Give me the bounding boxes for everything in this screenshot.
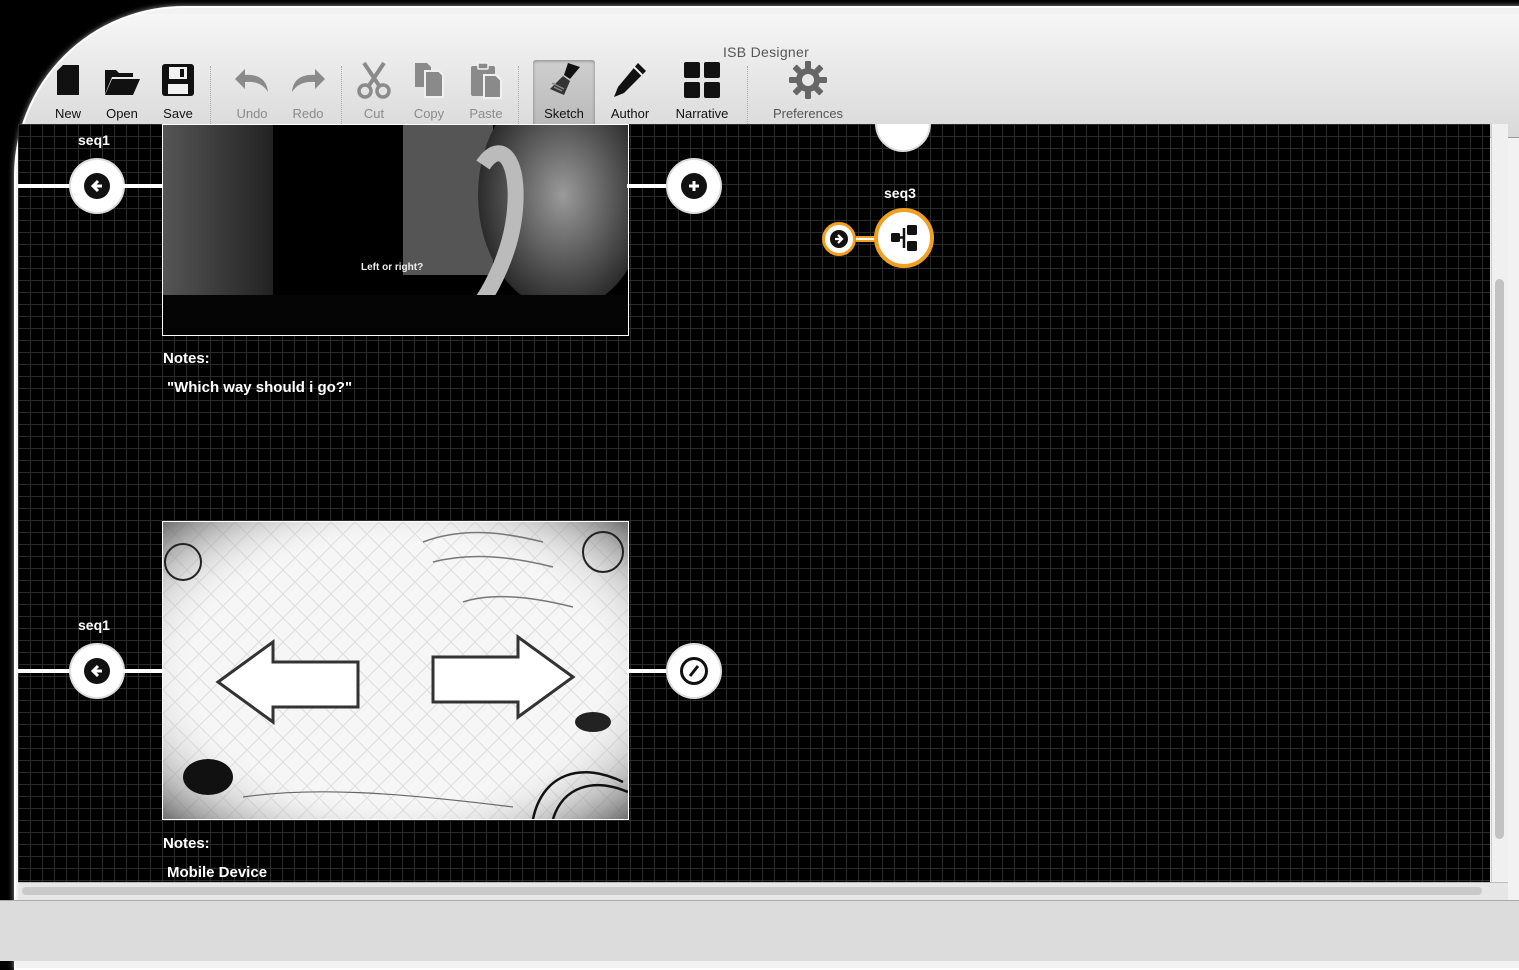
no-entry-icon — [680, 657, 708, 685]
scene-image[interactable]: Left or right? — [162, 124, 629, 336]
scene-image[interactable] — [162, 521, 629, 820]
toolbar-separator — [518, 66, 520, 130]
window-title: ISB Designer — [722, 44, 810, 60]
brush-icon — [544, 60, 584, 100]
scissors-icon — [354, 60, 394, 100]
undo-icon — [232, 60, 272, 100]
storyboard-canvas[interactable]: seq1 Left or right? Notes: "Which way sh… — [18, 124, 1490, 882]
preferences-button[interactable]: Preferences — [768, 60, 848, 130]
branch-input-node[interactable] — [822, 222, 856, 256]
notes-text[interactable]: Mobile Device — [167, 864, 267, 881]
copy-icon — [409, 60, 449, 100]
toolbar-separator — [341, 66, 343, 130]
toolbar-separator — [210, 66, 212, 130]
end-node-button[interactable] — [668, 645, 720, 697]
scene-caption: Left or right? — [361, 262, 424, 273]
notes-text[interactable]: "Which way should i go?" — [167, 379, 352, 396]
folder-open-icon — [102, 60, 142, 100]
scrollbar-thumb[interactable] — [1495, 279, 1504, 839]
connector-line — [18, 184, 78, 188]
branch-icon — [891, 225, 917, 251]
cut-button[interactable]: Cut — [354, 60, 394, 130]
new-button[interactable]: New — [50, 60, 86, 130]
back-node-button[interactable] — [71, 645, 123, 697]
paste-button[interactable]: Paste — [464, 60, 508, 130]
sequence-label: seq1 — [78, 132, 110, 148]
undo-button[interactable]: Undo — [230, 60, 274, 130]
connector-line — [122, 669, 164, 673]
sequence-label: seq1 — [78, 617, 110, 633]
author-mode-button[interactable]: Author — [605, 60, 655, 130]
arrow-left-icon — [84, 658, 110, 684]
vertical-scrollbar[interactable] — [1491, 124, 1508, 882]
sequence-node-partial[interactable] — [877, 124, 929, 150]
redo-button[interactable]: Redo — [286, 60, 330, 130]
toolbar-separator — [747, 66, 749, 130]
notes-label: Notes: — [163, 350, 210, 367]
floppy-disk-icon — [158, 60, 198, 100]
sketch-mode-button[interactable]: Sketch — [533, 60, 595, 130]
branch-node-button[interactable] — [874, 208, 934, 268]
notes-label: Notes: — [163, 835, 210, 852]
copy-button[interactable]: Copy — [409, 60, 449, 130]
add-node-button[interactable] — [668, 160, 720, 212]
horizontal-scrollbar[interactable] — [18, 882, 1508, 901]
sequence-label: seq3 — [884, 185, 916, 201]
arrow-right-icon — [830, 230, 848, 248]
back-node-button[interactable] — [71, 160, 123, 212]
scrollbar-thumb[interactable] — [22, 887, 1482, 895]
grid-icon — [682, 60, 722, 100]
connector-line — [18, 669, 78, 673]
clipboard-paste-icon — [466, 60, 506, 100]
pencil-icon — [610, 60, 650, 100]
connector-line — [627, 184, 669, 188]
gear-icon — [788, 60, 828, 100]
connector-line — [122, 184, 164, 188]
save-button[interactable]: Save — [158, 60, 198, 130]
narrative-mode-button[interactable]: Narrative — [671, 60, 733, 130]
arrow-left-icon — [84, 173, 110, 199]
status-bar — [0, 900, 1519, 961]
open-button[interactable]: Open — [102, 60, 142, 130]
redo-icon — [288, 60, 328, 100]
toolbar: ISB Designer New Open Save Undo Redo Cut… — [16, 14, 1519, 138]
connector-line — [627, 669, 669, 673]
plus-circle-icon — [681, 173, 707, 199]
new-document-icon — [48, 60, 88, 100]
branch-connector — [856, 236, 876, 242]
